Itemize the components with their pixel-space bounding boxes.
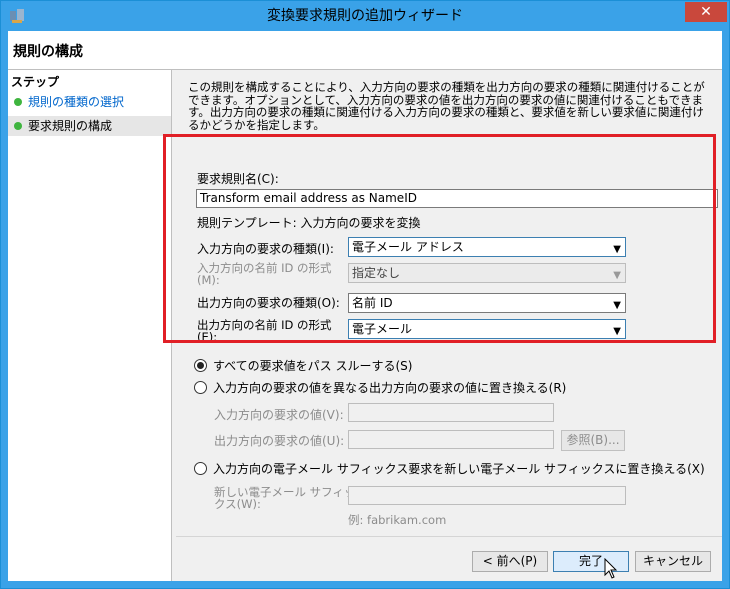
step-configure-rule[interactable]: 要求規則の構成 (8, 116, 171, 136)
footer-divider (176, 536, 722, 537)
page-title: 規則の構成 (13, 44, 83, 60)
outgoing-claim-value-input (348, 430, 554, 449)
replace-suffix-radio[interactable] (194, 462, 207, 475)
highlight-box (163, 134, 716, 343)
pass-through-radio[interactable] (194, 359, 207, 372)
step-label: 要求規則の構成 (28, 119, 113, 133)
step-complete-icon (14, 98, 22, 106)
new-suffix-label: 新しい電子メール サフィッ クス(W): (214, 485, 356, 511)
new-suffix-input (348, 486, 626, 505)
steps-title: ステップ (11, 75, 60, 89)
title-bar[interactable]: 変換要求規則の追加ウィザード ✕ (1, 1, 729, 31)
steps-panel: ステップ 規則の種類の選択 要求規則の構成 (8, 70, 172, 581)
pass-through-label[interactable]: すべての要求値をパス スルーする(S) (213, 357, 412, 374)
replace-value-radio[interactable] (194, 381, 207, 394)
outgoing-claim-value-label: 出力方向の要求の値(U): (214, 434, 345, 448)
incoming-claim-value-label: 入力方向の要求の値(V): (214, 408, 344, 422)
step-label: 規則の種類の選択 (28, 95, 125, 109)
incoming-claim-value-input (348, 403, 554, 422)
close-button[interactable]: ✕ (685, 2, 727, 22)
mouse-cursor-icon (604, 558, 618, 579)
back-button[interactable]: < 前へ(P) (472, 551, 548, 572)
description-text: この規則を構成することにより、入力方向の要求の種類を出力方向の要求の種類に関連付… (188, 80, 705, 132)
browse-button[interactable]: 参照(B)... (561, 430, 625, 451)
page-header: 規則の構成 (8, 31, 722, 70)
replace-value-label[interactable]: 入力方向の要求の値を異なる出力方向の要求の値に置き換える(R) (213, 379, 566, 396)
replace-suffix-label[interactable]: 入力方向の電子メール サフィックス要求を新しい電子メール サフィックスに置き換え… (213, 460, 705, 477)
step-select-rule-type[interactable]: 規則の種類の選択 (8, 92, 171, 112)
cancel-button[interactable]: キャンセル (635, 551, 711, 572)
suffix-example-text: 例: fabrikam.com (348, 513, 447, 527)
step-current-icon (14, 122, 22, 130)
window-title: 変換要求規則の追加ウィザード (267, 8, 463, 24)
